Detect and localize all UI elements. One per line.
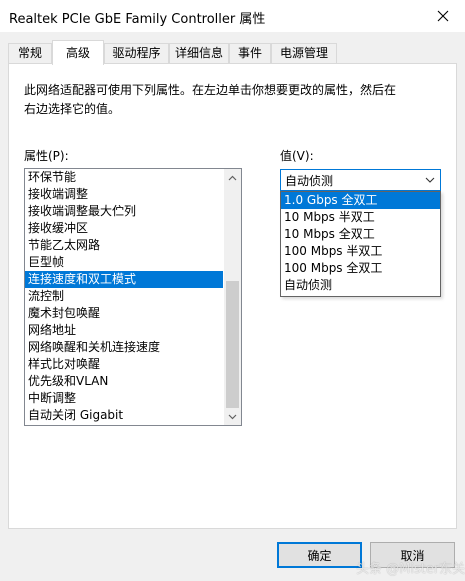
chevron-up-icon bbox=[228, 175, 237, 180]
value-combobox[interactable]: 自动侦测 bbox=[280, 169, 441, 191]
scroll-thumb[interactable] bbox=[226, 281, 239, 408]
list-item[interactable]: 巨型帧 bbox=[25, 254, 223, 271]
list-item-selected[interactable]: 连接速度和双工模式 bbox=[25, 271, 223, 288]
property-label: 属性(P): bbox=[24, 149, 69, 163]
list-item[interactable]: 接收端调整最大伫列 bbox=[25, 203, 223, 220]
title-bar: Realtek PCIe GbE Family Controller 属性 bbox=[0, 0, 465, 32]
close-icon bbox=[437, 10, 449, 22]
window-title: Realtek PCIe GbE Family Controller 属性 bbox=[9, 12, 266, 27]
tab-power-management[interactable]: 电源管理 bbox=[271, 43, 337, 64]
list-item[interactable]: 自动关闭 Gigabit bbox=[25, 407, 223, 424]
dropdown-option[interactable]: 100 Mbps 全双工 bbox=[281, 260, 440, 277]
ok-button[interactable]: 确定 bbox=[277, 542, 362, 568]
dropdown-option[interactable]: 自动侦测 bbox=[281, 277, 440, 294]
scroll-down-button[interactable] bbox=[224, 408, 241, 425]
watermark: 头条 @Mister东关 bbox=[356, 562, 465, 577]
property-listbox[interactable]: 环保节能 接收端调整 接收端调整最大伫列 接收缓冲区 节能乙太网路 巨型帧 连接… bbox=[24, 168, 242, 426]
value-dropdown-list: 1.0 Gbps 全双工 10 Mbps 半双工 10 Mbps 全双工 100… bbox=[280, 191, 441, 297]
properties-dialog: Realtek PCIe GbE Family Controller 属性 常规… bbox=[0, 0, 465, 581]
list-item[interactable]: 网络地址 bbox=[25, 322, 223, 339]
combo-current-value: 自动侦测 bbox=[285, 174, 334, 188]
list-item[interactable]: 样式比对唤醒 bbox=[25, 356, 223, 373]
list-item[interactable]: 环保节能 bbox=[25, 169, 223, 186]
tab-driver[interactable]: 驱动程序 bbox=[104, 43, 169, 64]
dropdown-option[interactable]: 10 Mbps 半双工 bbox=[281, 209, 440, 226]
list-item[interactable]: 中断调整 bbox=[25, 390, 223, 407]
property-scrollbar[interactable] bbox=[224, 169, 241, 425]
tab-advanced[interactable]: 高级 bbox=[52, 40, 104, 65]
value-label: 值(V): bbox=[280, 149, 314, 163]
list-item[interactable]: 魔术封包唤醒 bbox=[25, 305, 223, 322]
list-item[interactable]: 流控制 bbox=[25, 288, 223, 305]
property-list: 环保节能 接收端调整 接收端调整最大伫列 接收缓冲区 节能乙太网路 巨型帧 连接… bbox=[25, 169, 223, 424]
scroll-up-button[interactable] bbox=[224, 169, 241, 186]
tab-events[interactable]: 事件 bbox=[229, 43, 271, 64]
dropdown-option-highlighted[interactable]: 1.0 Gbps 全双工 bbox=[281, 192, 440, 209]
dropdown-option[interactable]: 100 Mbps 半双工 bbox=[281, 243, 440, 260]
list-item[interactable]: 接收缓冲区 bbox=[25, 220, 223, 237]
chevron-down-icon bbox=[425, 177, 435, 183]
list-item[interactable]: 节能乙太网路 bbox=[25, 237, 223, 254]
tab-strip: 常规 高级 驱动程序 详细信息 事件 电源管理 bbox=[8, 40, 457, 65]
list-item[interactable]: 优先级和VLAN bbox=[25, 373, 223, 390]
tab-general[interactable]: 常规 bbox=[8, 43, 52, 64]
dropdown-option[interactable]: 10 Mbps 全双工 bbox=[281, 226, 440, 243]
close-button[interactable] bbox=[421, 0, 465, 32]
list-item[interactable]: 网络唤醒和关机连接速度 bbox=[25, 339, 223, 356]
list-item[interactable]: 接收端调整 bbox=[25, 186, 223, 203]
description-text: 此网络适配器可使用下列属性。在左边单击你想要更改的属性，然后在右边选择它的值。 bbox=[24, 83, 397, 116]
chevron-down-icon bbox=[228, 414, 237, 419]
tab-details[interactable]: 详细信息 bbox=[169, 43, 229, 64]
